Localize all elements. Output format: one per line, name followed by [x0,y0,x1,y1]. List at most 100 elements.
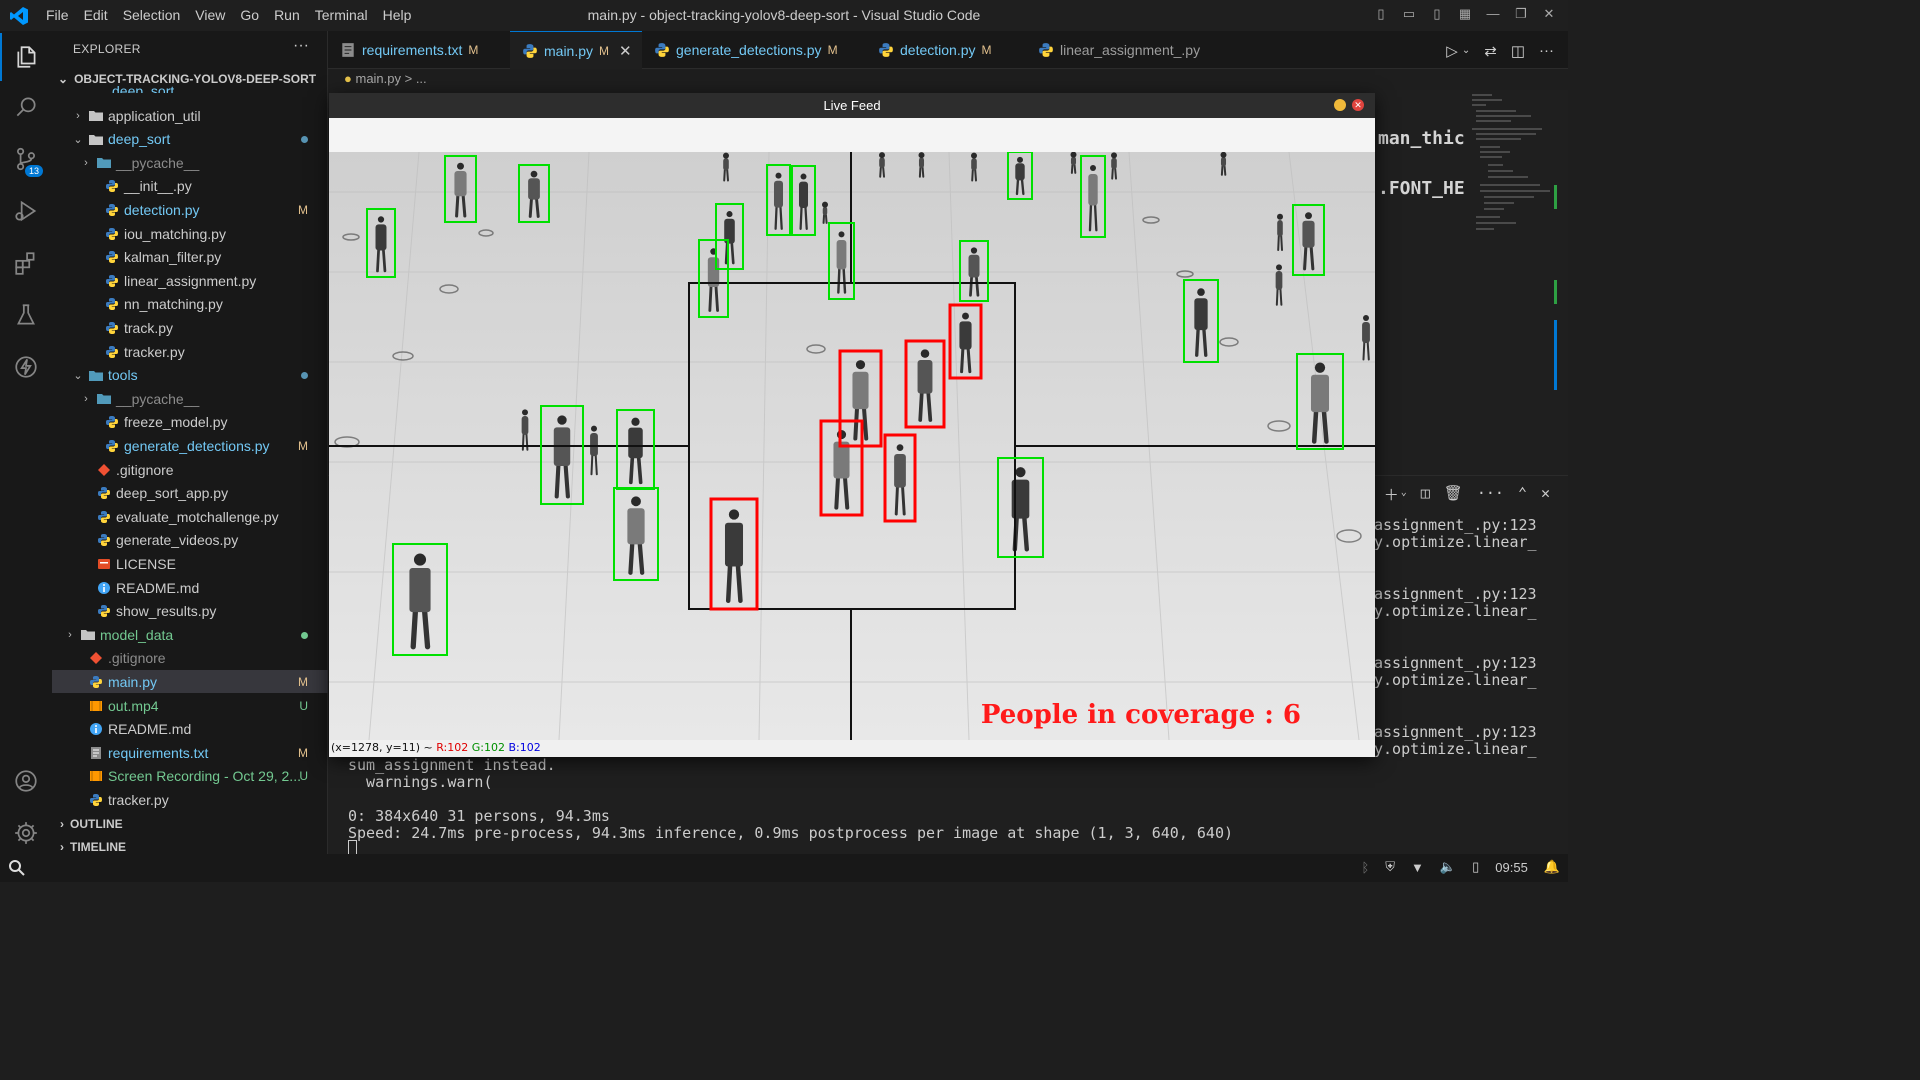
tree-item-label: kalman_filter.py [124,249,222,266]
terminal-line: Speed: 24.7ms pre-process, 94.3ms infere… [348,824,1234,842]
git-status-badge: M [298,745,308,760]
live-feed-window[interactable]: Live Feed ✕ People in coverage: 6 (x=12… [329,93,1375,757]
tree-item[interactable]: generate_detections.py M [52,434,328,457]
tree-item[interactable]: LICENSE [52,552,328,575]
project-root[interactable]: ⌄ OBJECT-TRACKING-YOLOV8-DEEP-SORT [58,72,316,86]
more-editor-actions-icon[interactable]: ··· [1539,42,1554,60]
python-file-icon [96,533,112,547]
live-feed-minimize-button[interactable] [1334,99,1346,111]
outline-section[interactable]: › OUTLINE [60,817,123,831]
notifications-icon[interactable]: 🔔 [1544,859,1560,875]
info-icon [88,722,104,736]
chevron-down-icon[interactable]: ⌄ [72,133,84,146]
tree-item[interactable]: › __pycache__ [52,387,328,410]
tree-item[interactable]: __init__.py [52,175,328,198]
tree-item[interactable]: › application_util [52,104,328,127]
close-tab-icon[interactable]: ✕ [619,42,632,60]
tab-main-py[interactable]: main.py M ✕ [510,31,642,69]
toggle-sidebar-icon[interactable]: ▯ [1372,6,1390,22]
tree-item[interactable]: › __pycache__ [52,151,328,174]
split-editor-icon[interactable]: ◫ [1511,42,1525,60]
new-terminal-icon[interactable]: ＋ [1384,484,1399,505]
lightning-extension-icon[interactable] [0,343,52,391]
extensions-icon[interactable] [0,239,52,287]
more-terminal-actions-icon[interactable]: ··· [1477,484,1504,505]
tree-item[interactable]: main.py M [52,670,328,694]
tree-item[interactable]: kalman_filter.py [52,246,328,269]
tree-item[interactable]: show_results.py [52,600,328,623]
account-icon[interactable] [0,757,52,805]
chevron-right-icon[interactable]: › [80,393,92,405]
git-status-badge: M [298,674,308,689]
breadcrumb[interactable]: ● main.py > ... [344,71,427,86]
restore-button[interactable]: ❐ [1512,6,1530,22]
volume-icon[interactable]: 🔈 [1440,859,1456,875]
tree-item[interactable]: generate_videos.py [52,529,328,552]
chevron-down-icon[interactable]: ⌄ [72,369,84,382]
tree-item[interactable]: tracker.py [52,340,328,363]
toggle-panel-icon[interactable]: ▭ [1400,6,1418,22]
tree-item[interactable]: evaluate_motchallenge.py [52,505,328,528]
bluetooth-icon[interactable]: ᛒ [1361,860,1369,875]
tree-item[interactable]: track.py [52,316,328,339]
tree-item[interactable]: ⌄ tools [52,364,328,387]
live-feed-titlebar[interactable]: Live Feed [329,93,1375,118]
tab-detection-py[interactable]: detection.py M [866,31,1026,69]
search-icon[interactable] [0,83,52,131]
kill-terminal-icon[interactable]: 🗑 [1444,484,1463,505]
tree-item[interactable]: tracker.py [52,788,328,811]
chevron-right-icon[interactable]: › [72,110,84,122]
tree-item[interactable]: .gitignore [52,647,328,670]
video-frame[interactable]: People in coverage : 6 [329,152,1375,740]
chevron-right-icon[interactable]: › [80,157,92,169]
tree-item[interactable]: Screen Recording - Oct 29, 2... U [52,765,328,788]
tab-label: requirements.txt [362,42,463,58]
testing-icon[interactable] [0,291,52,339]
chevron-right-icon[interactable]: › [64,629,76,641]
timeline-section[interactable]: › TIMELINE [60,840,126,854]
tree-item[interactable]: linear_assignment.py [52,269,328,292]
tree-item[interactable]: › model_data [52,623,328,646]
tab-requirements-txt[interactable]: requirements.txt M [328,31,510,69]
python-file-icon [96,604,112,618]
terminal-line: y.optimize.linear_ [1374,533,1537,551]
tab-linear-assignment-py[interactable]: linear_assignment_.py [1026,31,1216,69]
tree-item[interactable]: deep_sort_app.py [52,482,328,505]
explorer-icon[interactable] [0,33,52,81]
tree-item-label: __pycache__ [116,390,200,407]
live-feed-close-button[interactable]: ✕ [1352,99,1364,111]
toggle-secondary-sidebar-icon[interactable]: ▯ [1428,6,1446,22]
tree-item[interactable]: freeze_model.py [52,411,328,434]
tree-item[interactable]: README.md [52,576,328,599]
close-window-button[interactable]: ✕ [1540,6,1558,22]
tree-item[interactable]: requirements.txt M [52,741,328,764]
compare-changes-icon[interactable]: ⇄ [1484,42,1497,60]
minimap[interactable] [1468,90,1558,475]
terminal-line: assignment_.py:123 [1374,585,1537,603]
settings-gear-icon[interactable] [0,809,52,857]
close-panel-icon[interactable]: ✕ [1541,484,1550,505]
battery-icon[interactable]: ▯ [1472,859,1479,875]
tree-item[interactable]: .gitignore [52,458,328,481]
split-terminal-icon[interactable]: ◫ [1421,484,1430,505]
tree-item[interactable]: ⌄ deep_sort [52,128,328,151]
security-shield-icon[interactable]: ⛨ [1385,859,1395,875]
tree-item[interactable]: iou_matching.py [52,222,328,245]
run-python-icon[interactable]: ▷ [1446,42,1458,60]
wifi-icon[interactable]: ▼ [1411,860,1424,875]
customize-layout-icon[interactable]: ▦ [1456,6,1474,22]
maximize-panel-icon[interactable]: ⌃ [1518,484,1527,505]
terminal-dropdown-icon[interactable]: ⌄ [1401,487,1407,505]
tree-item[interactable]: nn_matching.py [52,293,328,316]
tree-item[interactable]: out.mp4 U [52,694,328,717]
more-actions-icon[interactable]: ··· [293,37,309,55]
source-control-icon[interactable]: 13 [0,135,52,183]
tree-item[interactable]: README.md [52,718,328,741]
run-debug-icon[interactable] [0,187,52,235]
run-dropdown-icon[interactable]: ⌄ [1462,45,1470,60]
taskbar-search-icon[interactable] [8,859,26,880]
tree-item[interactable]: detection.py M [52,198,328,221]
tree-item-label: evaluate_motchallenge.py [116,508,279,525]
tab-generate-detections-py[interactable]: generate_detections.py M [642,31,866,69]
minimize-button[interactable]: — [1484,6,1502,22]
